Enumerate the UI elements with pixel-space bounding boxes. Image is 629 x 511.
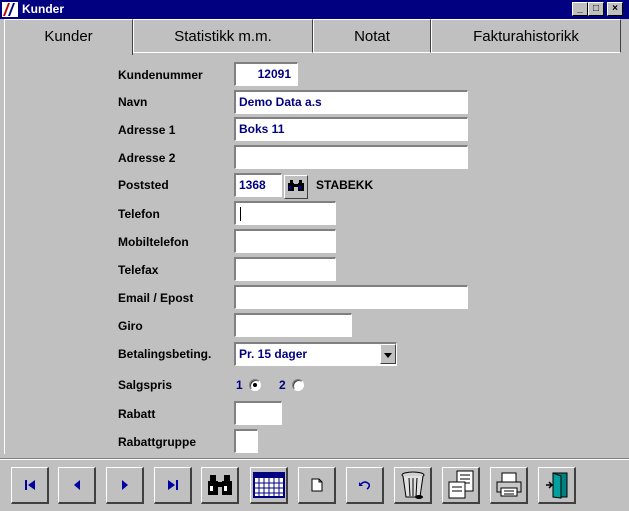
- label-navn: Navn: [118, 95, 148, 109]
- calendar-icon: [252, 472, 285, 498]
- calendar-button[interactable]: [250, 467, 288, 504]
- postnummer-field[interactable]: 1368: [234, 173, 282, 197]
- city-name: STABEKK: [316, 178, 374, 192]
- tab-notat[interactable]: Notat: [313, 19, 431, 53]
- chevron-down-icon[interactable]: [380, 344, 396, 364]
- label-adresse1: Adresse 1: [118, 123, 176, 137]
- salgspris-option2-label: 2: [279, 378, 286, 392]
- window-title: Kunder: [22, 2, 64, 16]
- telefax-field[interactable]: [234, 257, 336, 281]
- label-rabatt: Rabatt: [118, 407, 156, 421]
- previous-record-button[interactable]: [58, 467, 96, 504]
- betaling-selected-value: Pr. 15 dager: [239, 347, 308, 361]
- label-telefon: Telefon: [118, 207, 160, 221]
- close-icon: ×: [612, 3, 618, 14]
- label-salgspris: Salgspris: [118, 378, 173, 392]
- tab-statistikk[interactable]: Statistikk m.m.: [133, 19, 313, 53]
- forms-button[interactable]: [442, 467, 480, 504]
- exit-button[interactable]: [538, 467, 576, 504]
- label-adresse2: Adresse 2: [118, 151, 176, 165]
- previous-record-icon: [73, 480, 80, 490]
- label-poststed: Poststed: [118, 178, 169, 192]
- close-button[interactable]: ×: [607, 2, 623, 16]
- label-mobiltelefon: Mobiltelefon: [118, 235, 189, 249]
- maximize-button[interactable]: □: [588, 2, 604, 16]
- salgspris-radio-2[interactable]: [292, 379, 304, 391]
- mobiltelefon-field[interactable]: [234, 229, 336, 253]
- last-record-icon: [167, 480, 178, 490]
- text-caret: [240, 206, 241, 221]
- email-field[interactable]: [234, 285, 468, 309]
- app-icon[interactable]: [2, 2, 18, 17]
- undo-icon: [358, 481, 370, 490]
- forms-icon: [448, 470, 473, 499]
- print-button[interactable]: [490, 467, 528, 504]
- binoculars-icon: [207, 475, 232, 495]
- exit-door-icon: [545, 472, 567, 499]
- toolbar-divider-highlight: [0, 459, 629, 460]
- first-record-button[interactable]: [11, 467, 49, 504]
- salgspris-radio-1[interactable]: [249, 379, 261, 391]
- navn-field[interactable]: Demo Data a.s: [234, 90, 468, 114]
- trash-icon: [401, 471, 424, 499]
- new-document-icon: [311, 478, 322, 492]
- tab-fakturahistorikk[interactable]: Fakturahistorikk: [431, 19, 621, 53]
- minimize-button[interactable]: _: [572, 2, 588, 16]
- adresse1-field[interactable]: Boks 11: [234, 117, 468, 141]
- printer-icon: [496, 472, 521, 497]
- maximize-icon: □: [592, 3, 600, 14]
- search-button[interactable]: [201, 467, 239, 504]
- salgspris-option1-label: 1: [236, 378, 243, 392]
- new-record-button[interactable]: [298, 467, 336, 504]
- telefon-field[interactable]: [234, 201, 336, 225]
- panel-border: [4, 54, 5, 454]
- last-record-button[interactable]: [154, 467, 192, 504]
- label-telefax: Telefax: [118, 263, 159, 277]
- next-record-icon: [121, 480, 128, 490]
- title-bar: Kunder _ □ ×: [0, 0, 629, 19]
- tab-kunder[interactable]: Kunder: [4, 19, 133, 55]
- postnummer-lookup-button[interactable]: [284, 175, 308, 199]
- binoculars-icon: [288, 180, 304, 191]
- kundenummer-field[interactable]: 12091: [234, 62, 298, 86]
- delete-button[interactable]: [394, 467, 432, 504]
- betaling-select[interactable]: Pr. 15 dager: [234, 342, 397, 366]
- label-kundenummer: Kundenummer: [118, 68, 203, 82]
- undo-button[interactable]: [346, 467, 384, 504]
- rabattgruppe-field[interactable]: [234, 429, 258, 453]
- label-betaling: Betalingsbeting.: [118, 347, 212, 361]
- next-record-button[interactable]: [106, 467, 144, 504]
- label-email: Email / Epost: [118, 291, 194, 305]
- first-record-icon: [24, 480, 35, 490]
- label-rabattgruppe: Rabattgruppe: [118, 435, 196, 449]
- minimize-icon: _: [577, 3, 583, 14]
- adresse2-field[interactable]: [234, 145, 468, 169]
- label-giro: Giro: [118, 319, 143, 333]
- rabatt-field[interactable]: [234, 401, 282, 425]
- giro-field[interactable]: [234, 313, 352, 337]
